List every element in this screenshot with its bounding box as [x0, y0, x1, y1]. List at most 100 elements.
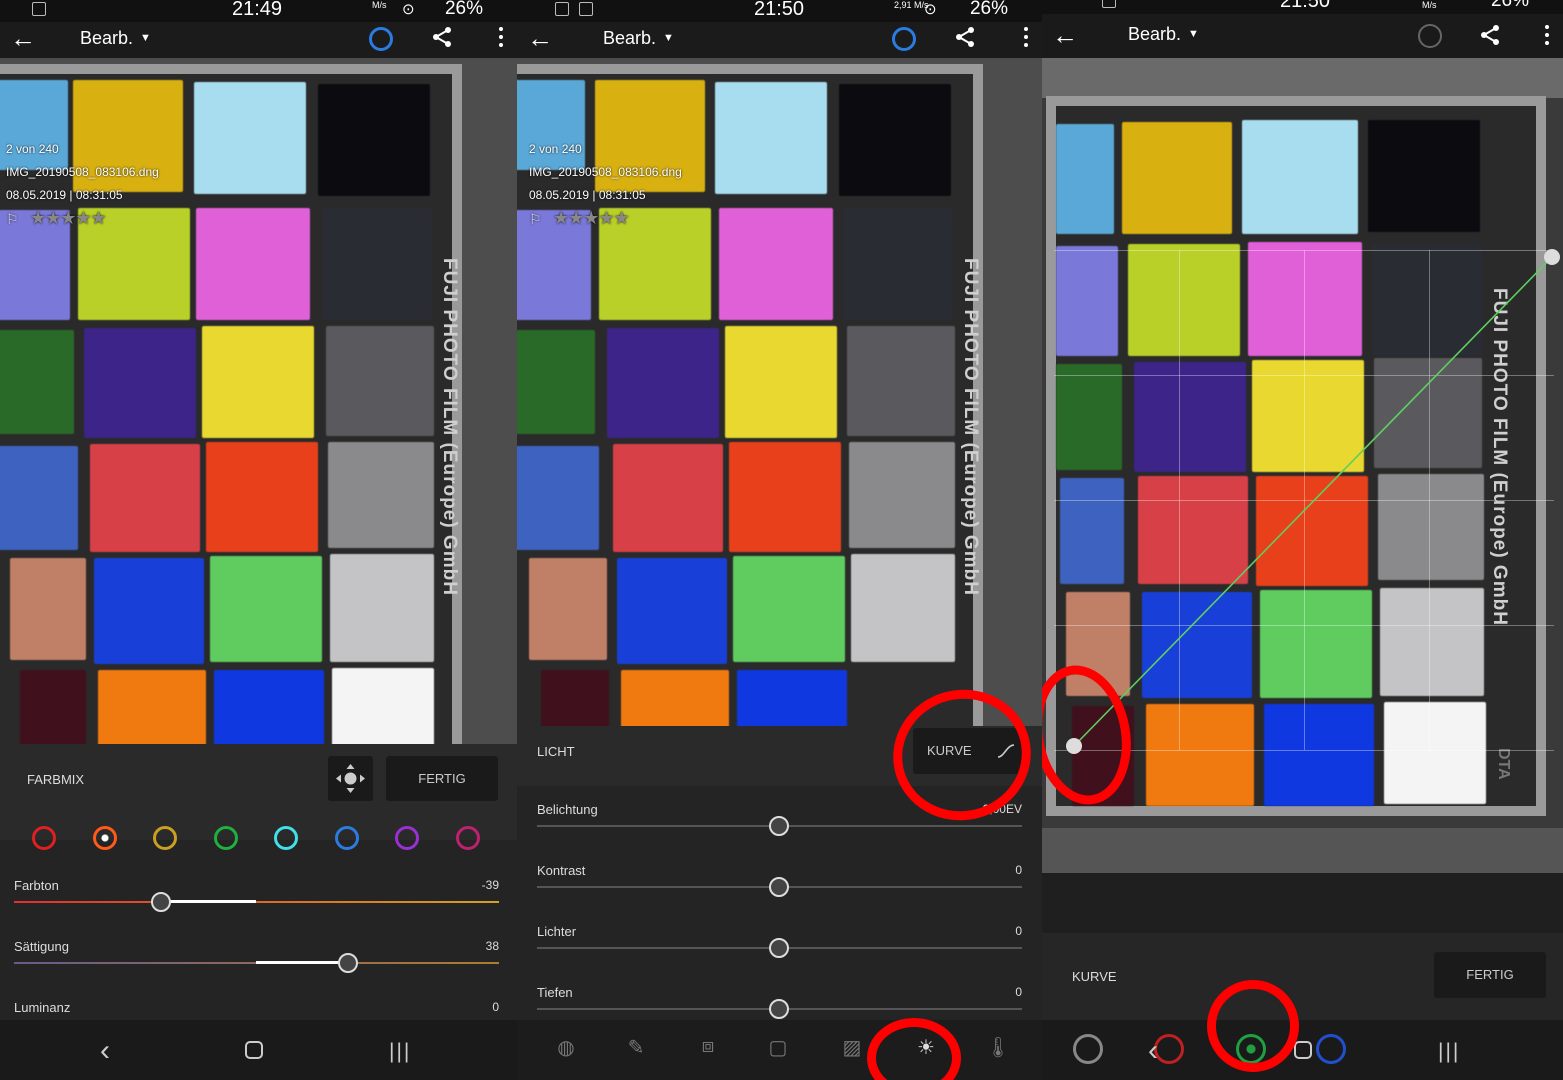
flag-icon[interactable]: ⚐ [6, 208, 20, 231]
color-purple-dot[interactable] [395, 826, 419, 850]
patch [847, 326, 955, 436]
patch [851, 554, 955, 662]
nav-home-icon[interactable] [245, 1041, 263, 1059]
edit-mode-dropdown[interactable]: Bearb. ▼ [603, 28, 674, 49]
nav-back-icon[interactable]: ‹ [100, 1034, 110, 1068]
slider-knob[interactable] [769, 877, 789, 897]
color-red-dot[interactable] [32, 826, 56, 850]
slider-label: Lichter [537, 924, 577, 939]
color-aqua-dot[interactable] [274, 826, 298, 850]
slider-knob[interactable] [338, 953, 358, 973]
spacer-bar [1042, 873, 1563, 933]
saturation-slider[interactable]: Sättigung 38 [14, 939, 499, 987]
highlights-slider[interactable]: Lichter 0 [537, 924, 1022, 972]
tone-curve-editor[interactable] [1054, 249, 1560, 754]
back-arrow-icon[interactable]: ← [1052, 20, 1078, 51]
share-icon[interactable] [953, 25, 977, 49]
slider-knob[interactable] [769, 999, 789, 1019]
curve-point-black[interactable] [1066, 738, 1082, 754]
exposure-slider[interactable]: Belichtung 0,00EV [537, 802, 1022, 850]
done-button[interactable]: FERTIG [386, 756, 498, 801]
sync-ring-icon[interactable] [1418, 24, 1442, 48]
edit-title: Bearb. [80, 28, 134, 48]
nav-recent-icon[interactable]: ||| [389, 1040, 411, 1064]
status-bar: 21:50 2,91 M/s ⊙ 26% [517, 0, 1042, 22]
sync-ring-icon[interactable] [892, 27, 916, 51]
slider-knob[interactable] [769, 938, 789, 958]
channel-green-dot[interactable] [1236, 1034, 1266, 1064]
channel-bar: ‹ ||| [1042, 1020, 1563, 1080]
back-arrow-icon[interactable]: ← [527, 23, 553, 54]
nav-back-icon[interactable]: ‹ [1148, 1034, 1158, 1068]
sync-ring-icon[interactable] [369, 27, 393, 51]
net-speed: M/s [1422, 0, 1437, 10]
patch [202, 326, 314, 438]
slider-value: 0 [1015, 924, 1022, 938]
color-yellow-dot[interactable] [153, 826, 177, 850]
color-orange-dot[interactable] [93, 826, 117, 850]
photo-preview[interactable]: FUJI PHOTO FILM (Europe) GmbH 2 von 240 … [0, 58, 517, 744]
edit-mode-dropdown[interactable]: Bearb. ▼ [1128, 24, 1199, 45]
slider-knob[interactable] [151, 892, 171, 912]
patch [318, 84, 430, 196]
patch [1056, 124, 1114, 234]
slider-label: Farbton [14, 878, 59, 893]
curve-title: KURVE [1072, 969, 1117, 984]
curve-button[interactable]: KURVE [913, 728, 1025, 774]
flag-icon[interactable]: ⚐ [529, 208, 543, 231]
light-icon[interactable]: ☀ [913, 1035, 939, 1061]
auto-icon[interactable]: ▨ [839, 1035, 865, 1061]
channel-rgb-dot[interactable] [1073, 1034, 1103, 1064]
color-green-dot[interactable] [214, 826, 238, 850]
curve-point-white[interactable] [1544, 249, 1560, 265]
patch [322, 208, 432, 320]
nav-recent-icon[interactable]: ||| [1438, 1040, 1460, 1064]
status-bar: 21:49 M/s ⊙ 26% [0, 0, 517, 22]
patch [196, 208, 310, 320]
profile-icon[interactable]: ▢ [765, 1035, 791, 1061]
share-icon[interactable] [1478, 23, 1502, 47]
color-temp-icon[interactable]: 🌡 [985, 1035, 1011, 1061]
nav-home-icon[interactable] [1294, 1041, 1312, 1059]
healing-brush-icon[interactable]: ✎ [623, 1035, 649, 1061]
patch [607, 328, 719, 438]
slider-value: 0,00EV [982, 802, 1022, 816]
status-time: 21:50 [1280, 0, 1331, 12]
share-icon[interactable] [430, 25, 454, 49]
hue-slider[interactable]: Farbton -39 [14, 878, 499, 926]
more-menu-icon[interactable] [499, 27, 503, 51]
rating-stars[interactable]: ★★★★★ [553, 208, 630, 228]
done-button[interactable]: FERTIG [1434, 952, 1546, 998]
rating-stars[interactable]: ★★★★★ [30, 208, 107, 228]
color-magenta-dot[interactable] [456, 826, 480, 850]
slider-label: Belichtung [537, 802, 598, 817]
edit-mode-dropdown[interactable]: Bearb. ▼ [80, 28, 151, 49]
photo-preview[interactable]: FUJI PHOTO FILM (Europe) GmbH 2 von 240 … [517, 58, 1042, 726]
selective-icon[interactable]: ◍ [553, 1035, 579, 1061]
more-menu-icon[interactable] [1545, 25, 1549, 49]
more-menu-icon[interactable] [1024, 27, 1028, 51]
panel-farbmix: 21:49 M/s ⊙ 26% ← Bearb. ▼ FUJI PHOTO FI… [0, 0, 517, 1080]
chart-brand-text: FUJI PHOTO FILM (Europe) GmbH [960, 258, 981, 596]
patch [330, 554, 434, 662]
curve-icon [997, 744, 1015, 758]
slider-track[interactable] [14, 901, 499, 903]
channel-blue-dot[interactable] [1316, 1034, 1346, 1064]
patch [328, 442, 434, 548]
slider-knob[interactable] [769, 816, 789, 836]
channel-red-dot[interactable] [1154, 1034, 1184, 1064]
target-adjust-button[interactable] [328, 756, 373, 801]
patch [529, 558, 607, 660]
patch [20, 670, 86, 744]
photo-count: 2 von 240 [6, 142, 59, 156]
color-blue-dot[interactable] [335, 826, 359, 850]
curve-sheet: KURVE FERTIG [1042, 933, 1563, 1020]
back-arrow-icon[interactable]: ← [10, 23, 36, 54]
photo-info: 2 von 240 IMG_20190508_083106.dng 08.05.… [529, 138, 682, 232]
crop-icon[interactable]: ⧈ [695, 1035, 721, 1061]
app-bar: ← Bearb. ▼ [1042, 14, 1563, 58]
patch [849, 442, 955, 548]
photo-border [1042, 828, 1563, 873]
contrast-slider[interactable]: Kontrast 0 [537, 863, 1022, 911]
wifi-icon: ⊙ [402, 1, 415, 18]
